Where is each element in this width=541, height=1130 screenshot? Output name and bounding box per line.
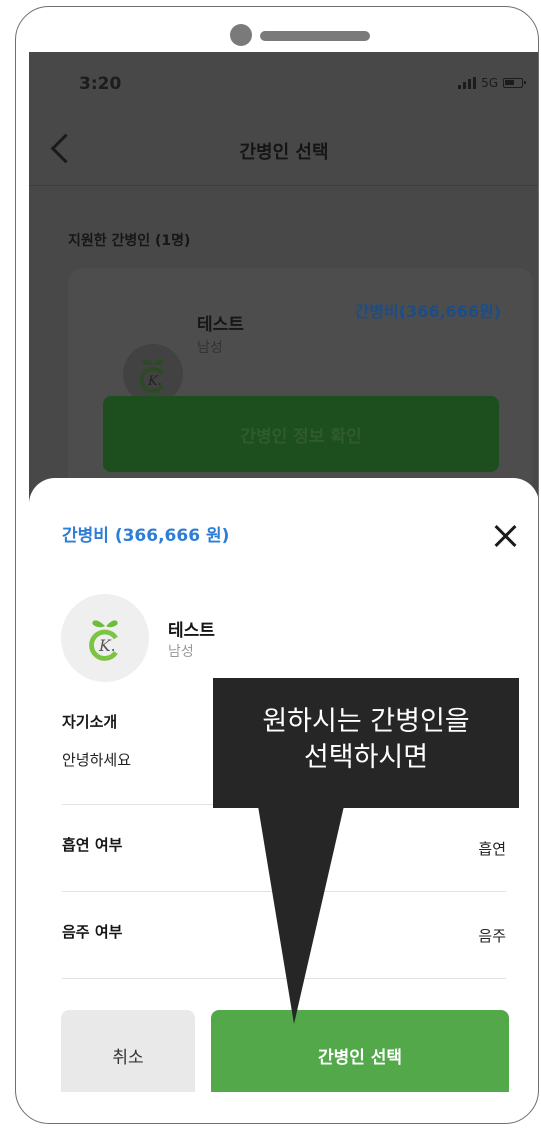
- card-name: 테스트: [197, 315, 244, 335]
- callout-line-2: 선택하시면: [303, 742, 429, 773]
- close-icon[interactable]: [493, 524, 517, 548]
- callout-pointer: [258, 806, 344, 1024]
- camera-dot: [230, 24, 252, 46]
- network-label: 5G: [481, 76, 498, 90]
- signal-icon: [458, 77, 477, 89]
- speaker-bar: [260, 31, 370, 41]
- tutorial-callout: 원하시는 간병인을 선택하시면: [213, 678, 519, 808]
- status-icons: 5G: [458, 76, 526, 90]
- page-title: 간병인 선택: [239, 142, 329, 163]
- caregiver-info-button[interactable]: 간병인 정보 확인: [103, 396, 499, 472]
- callout-line-1: 원하시는 간병인을: [262, 706, 470, 737]
- card-fee: 간병비(366,666원): [354, 302, 501, 321]
- drinking-value: 음주: [478, 927, 506, 945]
- card-avatar: K.: [123, 344, 183, 404]
- battery-icon: [503, 78, 526, 88]
- applicants-title: 지원한 간병인 (1명): [68, 233, 191, 249]
- cancel-button[interactable]: 취소: [61, 1010, 195, 1092]
- intro-text: 안녕하세요: [62, 751, 132, 769]
- logo-icon: K.: [89, 620, 118, 661]
- sheet-fee: 간병비 (366,666 원): [62, 526, 230, 546]
- sheet-gender: 남성: [168, 644, 194, 660]
- card-gender: 남성: [197, 340, 223, 356]
- header-divider: [29, 185, 538, 186]
- sheet-avatar: K.: [61, 594, 149, 682]
- drinking-label: 음주 여부: [62, 923, 123, 941]
- svg-text:K.: K.: [98, 637, 116, 655]
- logo-icon: K.: [139, 359, 164, 393]
- svg-text:K.: K.: [147, 374, 162, 389]
- smoking-value: 흡연: [478, 840, 506, 858]
- status-time: 3:20: [79, 74, 122, 94]
- sheet-name: 테스트: [168, 621, 215, 641]
- intro-title: 자기소개: [62, 713, 118, 731]
- smoking-label: 흡연 여부: [62, 836, 123, 854]
